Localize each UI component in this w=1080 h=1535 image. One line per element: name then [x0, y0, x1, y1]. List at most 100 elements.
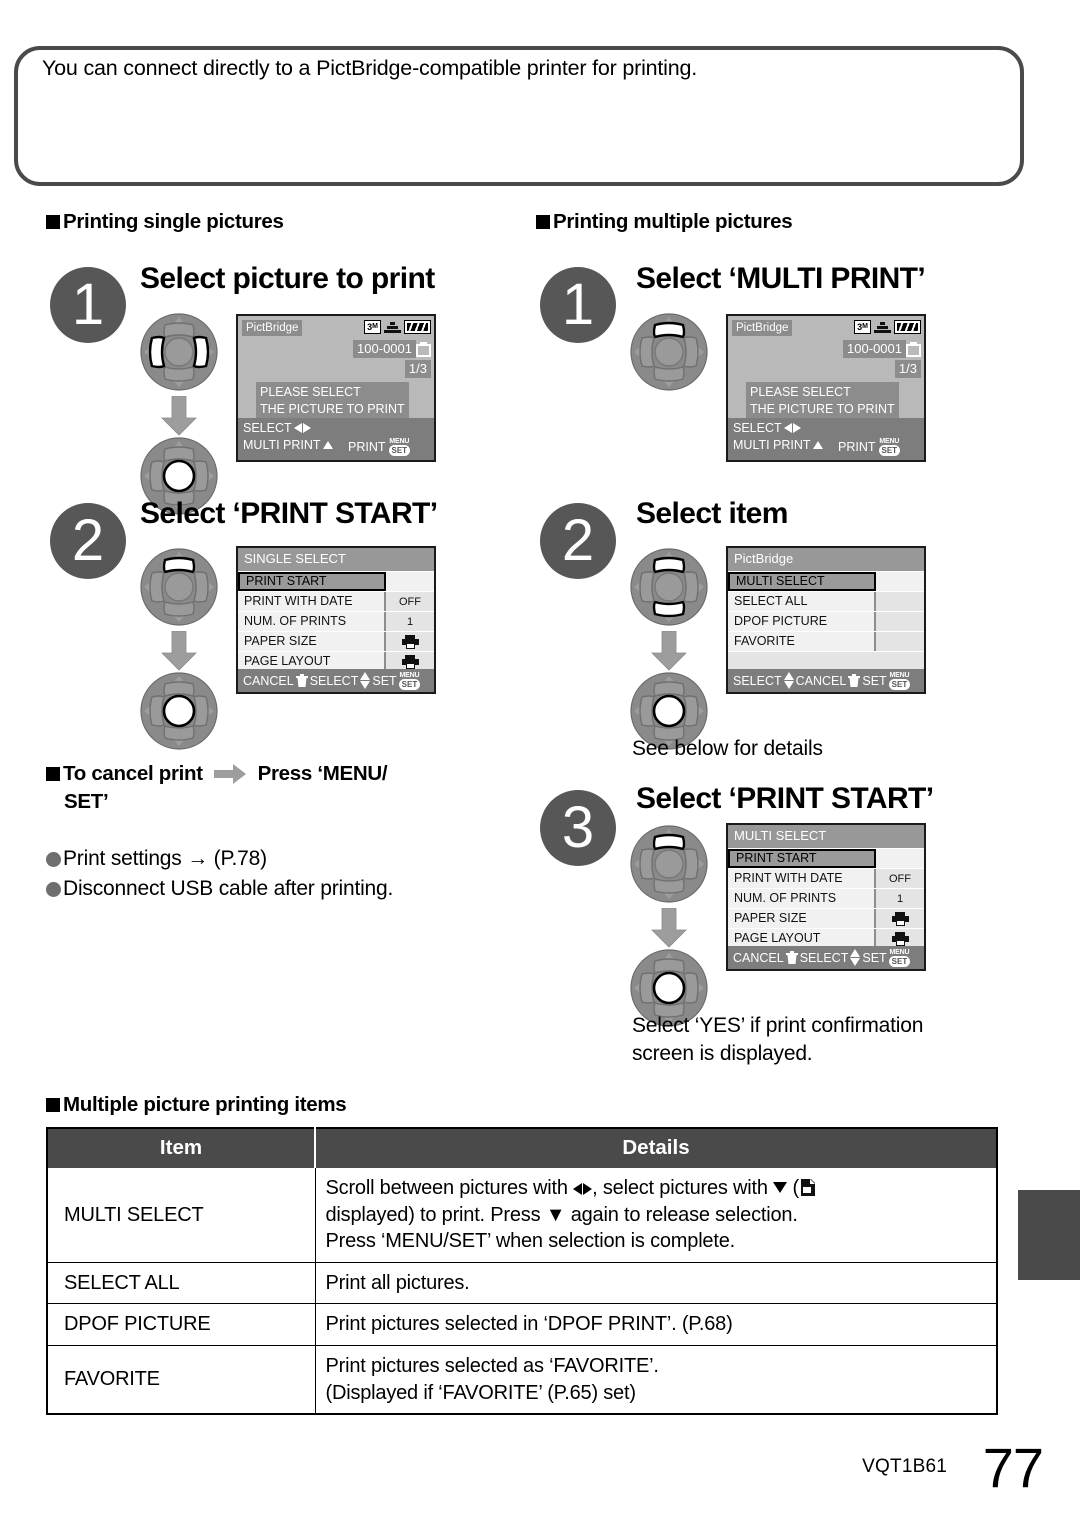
lcd-menu-row-print-with-date[interactable]: PRINT WITH DATE OFF	[728, 868, 924, 888]
dpad-up-down-icon	[630, 548, 708, 626]
battery-icon	[894, 320, 921, 334]
arrow-right-icon	[214, 764, 247, 784]
table-cell-details-favorite: Print pictures selected as ‘FAVORITE’. (…	[314, 1344, 998, 1415]
lcd-file-number: 100-0001	[353, 340, 416, 359]
details-line2: (Displayed if ‘FAVORITE’ (P.65) set)	[325, 1381, 637, 1404]
lcd-menu-row-print-start[interactable]: PRINT START	[728, 848, 924, 868]
table-cell-item-select-all: SELECT ALL	[46, 1261, 316, 1305]
intro-text: You can connect directly to a PictBridge…	[42, 56, 698, 80]
multiple-picture-printing-items-table: Item Details MULTI SELECT Scroll between…	[46, 1127, 998, 1416]
note-disconnect-usb-label: Disconnect USB cable after printing.	[63, 877, 394, 900]
lcd-frame-counter-row: 1/3	[404, 360, 431, 379]
lcd-menu-row-page-layout[interactable]: PAGE LAYOUT	[728, 928, 924, 948]
step-title-left-2: Select ‘PRINT START’	[140, 497, 438, 530]
quality-fine-icon	[874, 321, 891, 333]
table-cell-item-favorite: FAVORITE	[46, 1344, 316, 1415]
lcd-menu-row-print-start[interactable]: PRINT START	[238, 571, 434, 591]
trash-icon	[785, 951, 798, 964]
table-header-row: Item Details	[46, 1127, 998, 1168]
lcd-menu-single-select: SINGLE SELECT PRINT START PRINT WITH DAT…	[236, 546, 436, 694]
menu-set-badge-icon: MENU SET	[878, 438, 901, 456]
lcd-status-icons: 3M	[854, 320, 921, 334]
lcd-message-line2: THE PICTURE TO PRINT	[750, 401, 895, 416]
step-number-left-1: 1	[50, 267, 126, 343]
table-cell-details-dpof-picture: Print pictures selected in ‘DPOF PRINT’.…	[314, 1303, 998, 1346]
lcd-menu-row-print-with-date[interactable]: PRINT WITH DATE OFF	[238, 591, 434, 611]
lcd-preview-right: PictBridge 3M 100-0001 1/3 PLEASE SELECT…	[726, 314, 926, 462]
lcd-menu-header: PictBridge	[728, 548, 924, 571]
heading-printing-multiple-pictures: Printing multiple pictures	[536, 210, 793, 234]
note-print-confirmation-line2: screen is displayed.	[632, 1041, 813, 1065]
lcd-menu-row-paper-size[interactable]: PAPER SIZE	[238, 631, 434, 651]
lcd-message: PLEASE SELECT THE PICTURE TO PRINT	[256, 382, 409, 419]
table-row: MULTI SELECT Scroll between pictures wit…	[46, 1167, 998, 1263]
lcd-menu-rows: PRINT START PRINT WITH DATE OFF NUM. OF …	[238, 571, 434, 671]
printer-icon	[891, 911, 909, 926]
step-title-right-2: Select item	[636, 497, 788, 530]
details-line2: displayed) to print. Press ▼ again to re…	[325, 1203, 798, 1226]
folder-icon	[416, 341, 431, 357]
arrow-down-icon	[651, 908, 687, 948]
up-down-arrows-icon	[850, 949, 861, 966]
dpad-up-icon	[630, 313, 708, 391]
lcd-menu-footer: CANCEL SELECT SET MENU SET	[728, 946, 924, 969]
press-menu-set-label: Press ‘MENU/	[257, 762, 388, 785]
lcd-menu-row-empty	[728, 651, 924, 671]
battery-icon	[404, 320, 431, 334]
lcd-menu-row-num-of-prints[interactable]: NUM. OF PRINTS 1	[728, 888, 924, 908]
left-right-arrows-icon	[293, 423, 311, 433]
up-down-arrows-icon	[783, 672, 794, 689]
lcd-menu-row-num-of-prints[interactable]: NUM. OF PRINTS 1	[238, 611, 434, 631]
table-row: FAVORITE Print pictures selected as ‘FAV…	[46, 1344, 998, 1415]
lcd-hint-bar: SELECT MULTI PRINT PRINT MENU SET	[238, 418, 434, 460]
lcd-file-number-row: 100-0001	[843, 340, 921, 359]
table-cell-item-dpof-picture: DPOF PICTURE	[46, 1303, 316, 1346]
lcd-menu-row-multi-select[interactable]: MULTI SELECT	[728, 571, 924, 591]
lcd-menu-row-favorite[interactable]: FAVORITE	[728, 631, 924, 651]
bullet-square-icon	[46, 215, 60, 229]
step-number-right-3: 3	[540, 790, 616, 866]
document-code: VQT1B61	[862, 1456, 947, 1477]
details-line1: Print pictures selected as ‘FAVORITE’.	[325, 1354, 659, 1377]
printer-icon	[401, 654, 419, 669]
left-right-arrows-icon	[573, 1183, 593, 1195]
table-row: DPOF PICTURE Print pictures selected in …	[46, 1303, 998, 1346]
bullet-dot-icon	[46, 882, 61, 897]
lcd-menu-row-paper-size[interactable]: PAPER SIZE	[728, 908, 924, 928]
bullet-square-icon	[536, 215, 550, 229]
lcd-menu-rows: PRINT START PRINT WITH DATE OFF NUM. OF …	[728, 848, 924, 948]
lcd-hint-multiprint: MULTI PRINT	[733, 438, 823, 452]
lcd-menu-row-dpof-picture[interactable]: DPOF PICTURE	[728, 611, 924, 631]
heading-to-cancel-print: To cancel print Press ‘MENU/	[46, 762, 388, 786]
lcd-pictbridge-tag: PictBridge	[732, 320, 793, 337]
menu-set-badge-icon: MENU SET	[888, 948, 911, 967]
page-number: 77	[982, 1436, 1044, 1499]
dpad-up-icon	[140, 548, 218, 626]
lcd-message-line1: PLEASE SELECT	[260, 385, 361, 399]
lcd-file-number: 100-0001	[843, 340, 906, 359]
step-title-right-3: Select ‘PRINT START’	[636, 782, 934, 815]
table-cell-details-select-all: Print all pictures.	[314, 1261, 998, 1305]
lcd-hint-select: SELECT	[243, 421, 311, 435]
details-line3: Press ‘MENU/SET’ when selection is compl…	[325, 1230, 736, 1253]
resolution-3m-icon: 3M	[364, 320, 381, 334]
lcd-menu-header: MULTI SELECT	[728, 825, 924, 848]
arrow-down-icon	[161, 396, 197, 436]
lcd-frame-counter: 1/3	[404, 360, 431, 379]
table-header-details: Details	[314, 1127, 998, 1168]
lcd-hint-select: SELECT	[733, 421, 801, 435]
table-header-item: Item	[46, 1127, 316, 1168]
left-right-arrows-icon	[783, 423, 801, 433]
lcd-menu-row-select-all[interactable]: SELECT ALL	[728, 591, 924, 611]
dpad-left-right-icon	[140, 313, 218, 391]
step-number-right-2: 2	[540, 503, 616, 579]
lcd-hint-print: PRINT MENU SET	[348, 438, 411, 456]
lcd-menu-header: SINGLE SELECT	[238, 548, 434, 571]
bullet-dot-icon	[46, 852, 61, 867]
lcd-menu-row-page-layout[interactable]: PAGE LAYOUT	[238, 651, 434, 671]
lcd-menu-multi-select: MULTI SELECT PRINT START PRINT WITH DATE…	[726, 823, 926, 971]
note-print-settings-label: Print settings → (P.78)	[63, 847, 267, 870]
trash-icon	[848, 674, 861, 687]
lcd-frame-counter-row: 1/3	[894, 360, 921, 379]
lcd-hint-print: PRINT MENU SET	[838, 438, 901, 456]
